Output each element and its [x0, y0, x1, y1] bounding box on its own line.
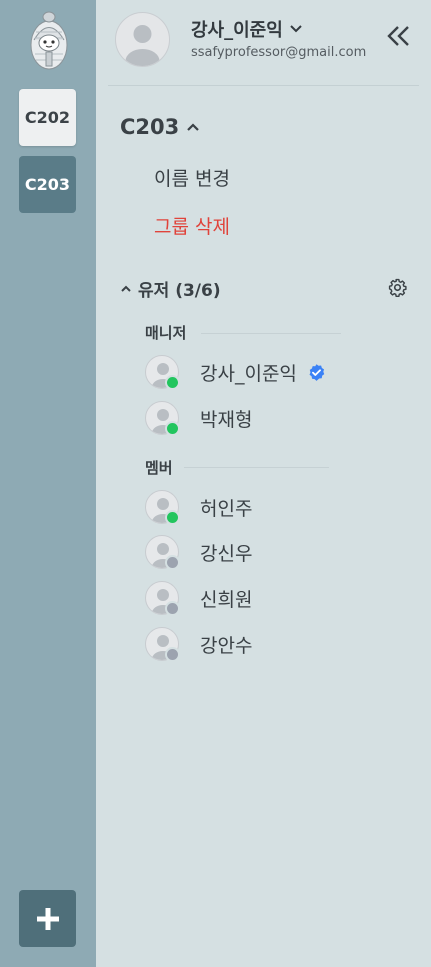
member-avatar — [145, 355, 180, 390]
online-status-dot — [165, 375, 180, 390]
add-group-button[interactable] — [19, 890, 76, 947]
member-row[interactable]: 강사_이준익 — [145, 352, 405, 392]
user-avatar[interactable] — [115, 12, 170, 67]
group-title-toggle[interactable]: C203 — [120, 115, 200, 139]
double-chevron-left-icon — [387, 26, 409, 46]
users-section-toggle[interactable]: 유저 (3/6) — [120, 276, 221, 301]
verified-badge-icon — [309, 363, 325, 381]
user-name: 강사_이준익 — [191, 20, 283, 41]
managers-label: 매니저 — [145, 324, 187, 342]
group-tab-c203[interactable]: C203 — [19, 156, 76, 213]
user-email: ssafyprofessor@gmail.com — [191, 45, 367, 60]
members-divider — [184, 467, 329, 468]
member-name: 신희원 — [200, 588, 253, 611]
users-header: 유저 (3/6) — [138, 281, 221, 301]
group-panel: 강사_이준익 ssafyprofessor@gmail.com C203 이름 … — [96, 0, 431, 967]
group-title: C203 — [120, 115, 180, 139]
mascot-logo — [26, 10, 72, 72]
member-row[interactable]: 박재형 — [145, 398, 405, 438]
delete-group-button[interactable]: 그룹 삭제 — [154, 212, 230, 239]
collapse-sidebar-button[interactable] — [386, 24, 412, 48]
chevron-up-icon — [187, 123, 200, 131]
plus-icon — [36, 907, 59, 930]
rename-group-button[interactable]: 이름 변경 — [154, 164, 230, 191]
group-rail: C202 C203 — [0, 0, 96, 967]
member-name: 강신우 — [200, 542, 253, 565]
header-divider — [108, 85, 419, 86]
member-name: 강사_이준익 — [200, 362, 297, 385]
member-avatar — [145, 581, 180, 616]
user-name-dropdown[interactable]: 강사_이준익 — [191, 16, 303, 42]
group-tab-c202[interactable]: C202 — [19, 89, 76, 146]
member-name: 강안수 — [200, 634, 253, 657]
chevron-up-icon — [121, 285, 131, 292]
member-avatar — [145, 627, 180, 662]
chevron-down-icon — [290, 25, 302, 33]
offline-status-dot — [165, 601, 180, 616]
user-settings-button[interactable] — [388, 278, 407, 298]
gear-icon — [388, 278, 407, 298]
offline-status-dot — [165, 555, 180, 570]
member-row[interactable]: 신희원 — [145, 578, 405, 618]
member-row[interactable]: 강안수 — [145, 624, 405, 664]
members-label: 멤버 — [145, 459, 173, 477]
member-row[interactable]: 허인주 — [145, 487, 405, 527]
online-status-dot — [165, 421, 180, 436]
member-avatar — [145, 490, 180, 525]
offline-status-dot — [165, 647, 180, 662]
member-name: 박재형 — [200, 408, 253, 431]
member-avatar — [145, 401, 180, 436]
member-row[interactable]: 강신우 — [145, 532, 405, 572]
managers-divider — [201, 333, 341, 334]
member-name: 허인주 — [200, 497, 253, 520]
member-avatar — [145, 535, 180, 570]
online-status-dot — [165, 510, 180, 525]
